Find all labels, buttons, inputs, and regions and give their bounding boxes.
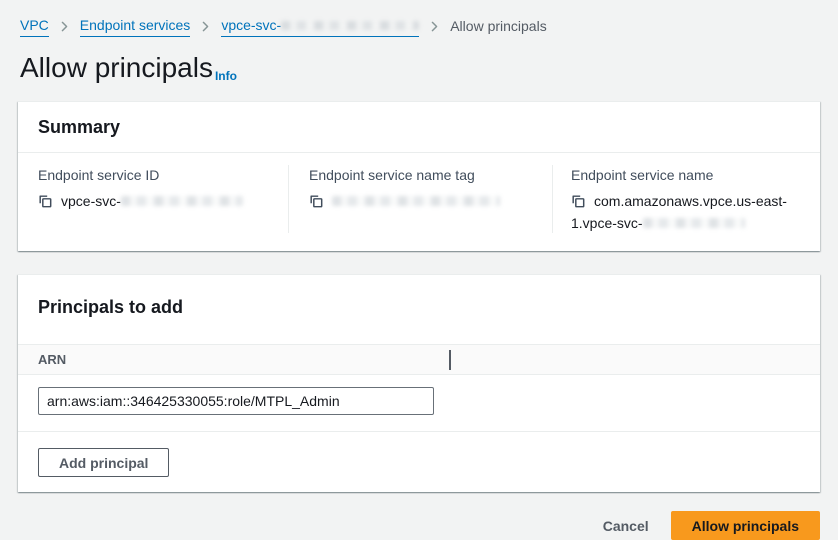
field-label: Endpoint service name [571, 165, 800, 185]
principals-table-header: ARN [18, 344, 820, 375]
chevron-right-icon [200, 21, 211, 32]
arn-input[interactable] [38, 387, 434, 415]
redacted-text [121, 196, 243, 206]
breadcrumb-link-endpoint-services[interactable]: Endpoint services [80, 15, 191, 37]
page-title: Allow principals [20, 52, 213, 83]
breadcrumb-link-vpc[interactable]: VPC [20, 15, 49, 37]
allow-principals-page: VPC Endpoint services vpce-svc- Allow pr… [0, 0, 838, 534]
principals-card: Principals to add ARN Add principal [18, 274, 820, 492]
summary-card: Summary Endpoint service ID vpce-svc- En… [18, 101, 820, 251]
field-value: vpce-svc- [38, 191, 288, 213]
page-title-row: Allow principalsInfo [18, 37, 820, 101]
add-principal-button[interactable]: Add principal [38, 448, 169, 477]
info-link[interactable]: Info [215, 69, 237, 83]
arn-input-row [18, 375, 820, 431]
copy-icon[interactable] [38, 193, 52, 213]
summary-body: Endpoint service ID vpce-svc- Endpoint s… [18, 153, 820, 251]
field-value: com.amazonaws.vpce.us-east-1.vpce-svc- [571, 191, 800, 233]
copy-icon[interactable] [571, 193, 585, 213]
summary-field-endpoint-service-id: Endpoint service ID vpce-svc- [38, 165, 288, 233]
summary-heading: Summary [38, 116, 800, 138]
summary-field-endpoint-service-name-tag: Endpoint service name tag [288, 165, 552, 233]
allow-principals-button[interactable]: Allow principals [671, 511, 820, 540]
summary-card-header: Summary [18, 102, 820, 153]
principals-heading: Principals to add [38, 296, 800, 318]
summary-field-endpoint-service-name: Endpoint service name com.amazonaws.vpce… [552, 165, 800, 233]
footer-actions: Cancel Allow principals [18, 492, 820, 540]
redacted-text [332, 196, 500, 206]
breadcrumb-link-endpoint-service-id[interactable]: vpce-svc- [221, 15, 419, 37]
field-value [309, 191, 552, 213]
principals-actions-row: Add principal [18, 432, 820, 492]
cancel-button[interactable]: Cancel [591, 512, 661, 540]
chevron-right-icon [429, 21, 440, 32]
breadcrumb-current-page: Allow principals [450, 16, 546, 36]
chevron-right-icon [59, 21, 70, 32]
arn-column-header: ARN [38, 352, 66, 367]
copy-icon[interactable] [309, 193, 323, 213]
field-label: Endpoint service name tag [309, 165, 552, 185]
redacted-text [281, 21, 419, 30]
redacted-text [643, 218, 745, 228]
endpoint-service-id-prefix: vpce-svc- [61, 193, 121, 209]
column-resize-handle[interactable] [449, 350, 451, 370]
field-label: Endpoint service ID [38, 165, 288, 185]
breadcrumb-service-id-prefix: vpce-svc- [221, 17, 281, 33]
principals-card-header: Principals to add [18, 275, 820, 344]
breadcrumb: VPC Endpoint services vpce-svc- Allow pr… [18, 0, 820, 37]
